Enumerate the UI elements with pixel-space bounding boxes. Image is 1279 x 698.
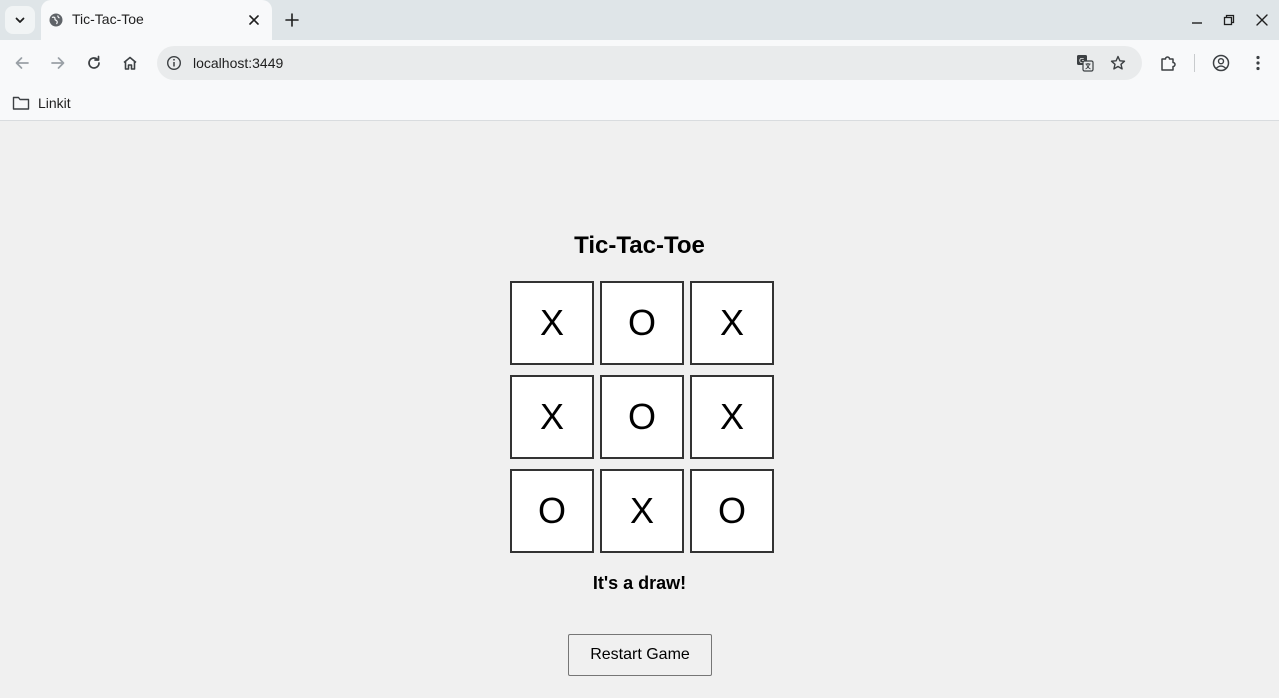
board-cell-1[interactable]: X [510, 281, 594, 365]
plus-icon [285, 13, 299, 27]
back-button[interactable] [12, 53, 32, 73]
restart-game-button[interactable]: Restart Game [568, 634, 712, 676]
tab-search-button[interactable] [5, 6, 35, 34]
home-button[interactable] [120, 53, 140, 73]
board-cell-8[interactable]: X [600, 469, 684, 553]
board-cell-2[interactable]: O [600, 281, 684, 365]
window-close-button[interactable] [1254, 12, 1270, 28]
reload-icon [88, 55, 100, 69]
arrow-left-icon [15, 57, 29, 69]
account-icon [1212, 54, 1230, 72]
reload-button[interactable] [84, 53, 104, 73]
minimize-button[interactable] [1189, 12, 1205, 28]
game-status: It's a draw! [592, 573, 687, 593]
game-board: X O X X O X O X O [510, 281, 774, 553]
arrow-right-icon [51, 57, 65, 69]
forward-button[interactable] [48, 53, 68, 73]
globe-icon [49, 13, 63, 27]
bookmark-label: Linkit [38, 95, 71, 111]
page-content: Tic-Tac-Toe X O X X O X O X O It's a dra… [0, 121, 1279, 698]
folder-icon [12, 96, 30, 110]
extensions-button[interactable] [1158, 53, 1178, 73]
board-cell-5[interactable]: O [600, 375, 684, 459]
board-cell-4[interactable]: X [510, 375, 594, 459]
toolbar-separator [1194, 54, 1195, 72]
info-icon[interactable] [166, 55, 182, 71]
board-cell-7[interactable]: O [510, 469, 594, 553]
bookmarks-bar: Linkit [0, 86, 1279, 121]
tab-strip: Tic-Tac-Toe [0, 0, 1279, 40]
bookmark-star-button[interactable] [1109, 54, 1127, 72]
translate-icon: G [1077, 55, 1094, 72]
puzzle-icon [1161, 56, 1176, 71]
translate-button[interactable]: G [1076, 54, 1094, 72]
new-tab-button[interactable] [282, 10, 302, 30]
page-title: Tic-Tac-Toe [574, 232, 705, 259]
browser-toolbar: localhost:3449 G [0, 40, 1279, 86]
chevron-down-icon [15, 17, 25, 23]
star-icon [1110, 55, 1126, 70]
active-tab[interactable]: Tic-Tac-Toe [41, 0, 272, 40]
close-icon [1256, 14, 1268, 26]
minimize-icon [1192, 22, 1202, 24]
tab-close-button[interactable] [246, 12, 262, 28]
board-cell-6[interactable]: X [690, 375, 774, 459]
kebab-menu-icon [1256, 55, 1260, 71]
restore-button[interactable] [1221, 12, 1237, 28]
tab-title: Tic-Tac-Toe [72, 11, 144, 27]
board-cell-3[interactable]: X [690, 281, 774, 365]
bookmark-folder-linkit[interactable]: Linkit [12, 92, 71, 114]
home-icon [123, 56, 137, 70]
menu-button[interactable] [1248, 53, 1268, 73]
address-bar[interactable]: localhost:3449 G [157, 46, 1142, 80]
board-cell-9[interactable]: O [690, 469, 774, 553]
close-icon [249, 15, 259, 25]
profile-button[interactable] [1211, 53, 1231, 73]
address-url[interactable]: localhost:3449 [193, 55, 283, 71]
restore-icon [1223, 14, 1235, 26]
